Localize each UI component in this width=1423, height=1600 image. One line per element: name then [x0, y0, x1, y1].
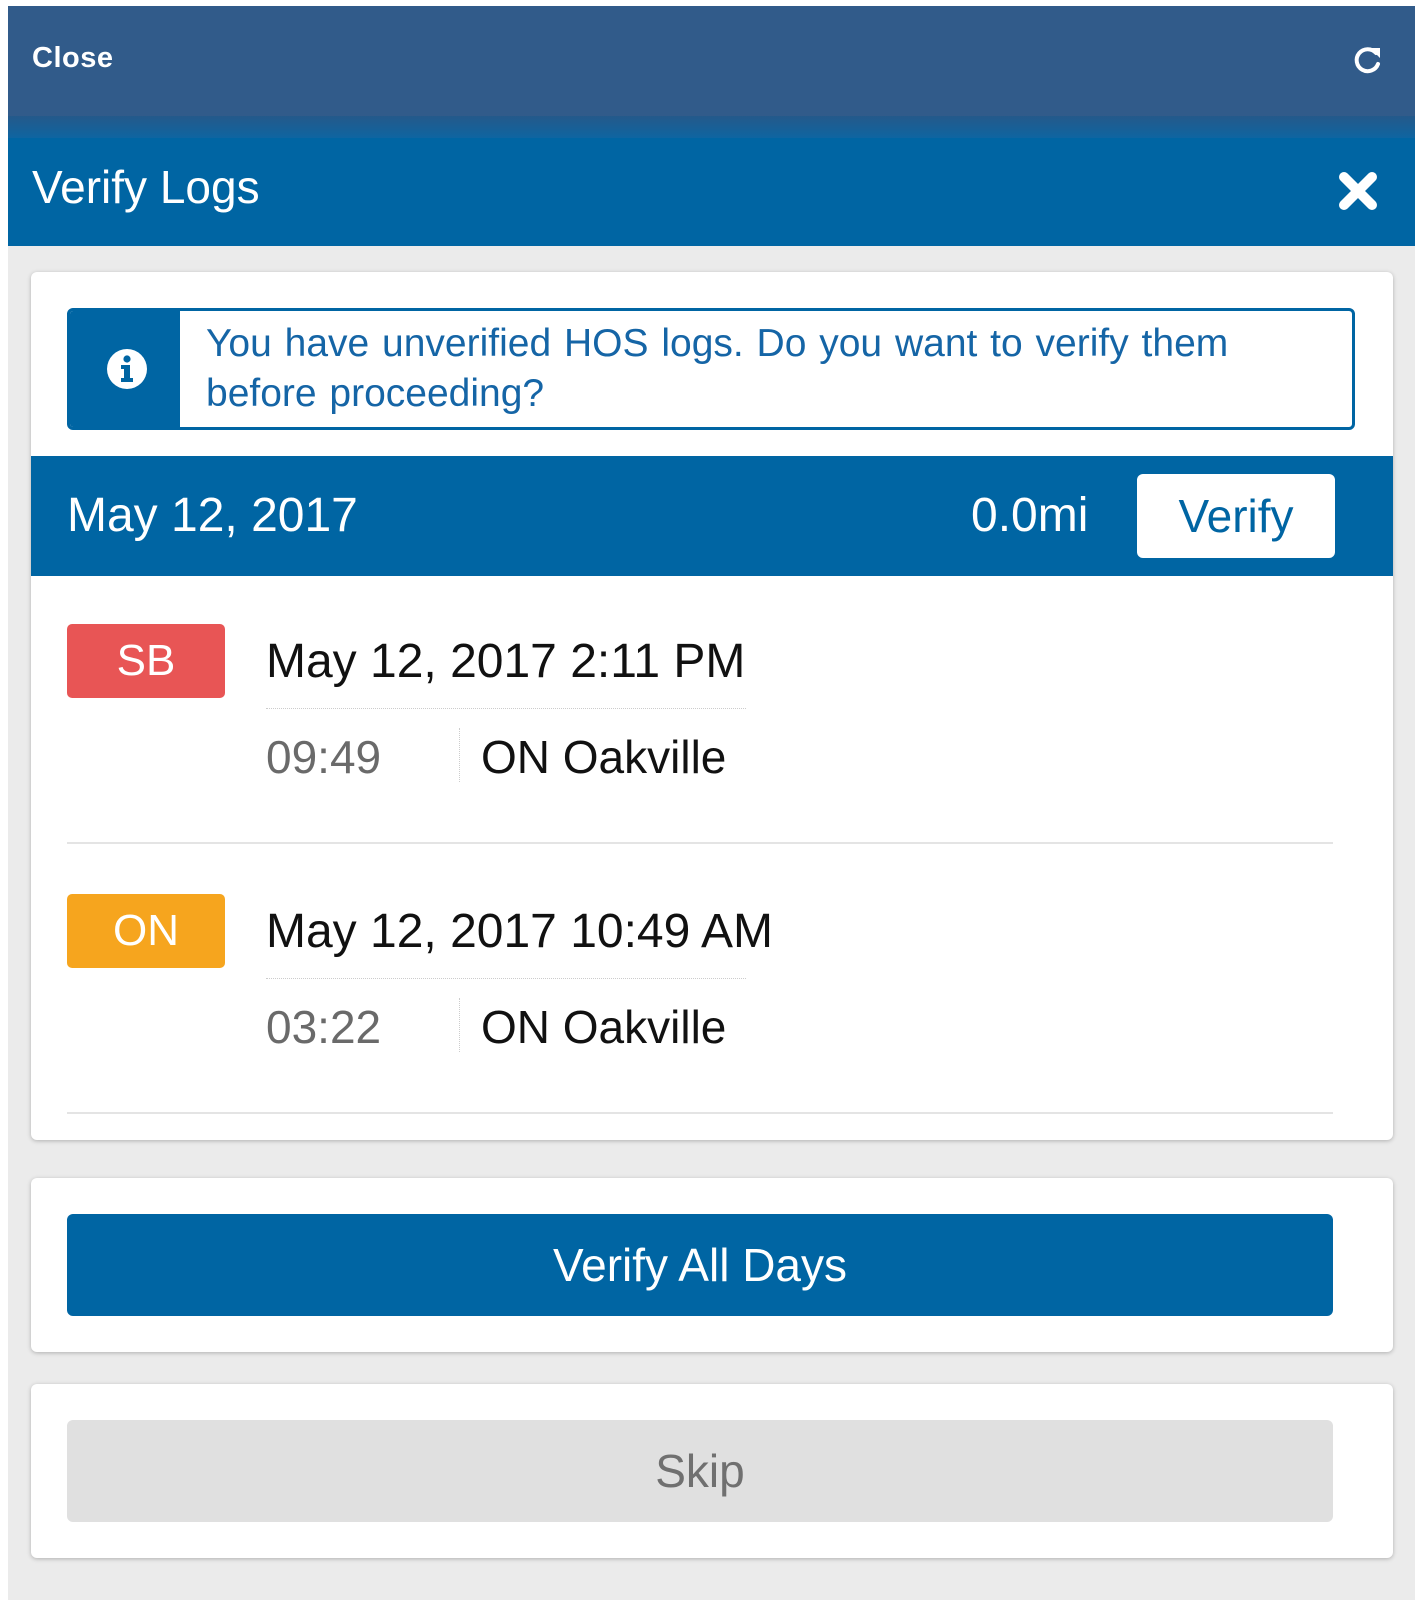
- entry-divider: [266, 978, 746, 979]
- verify-all-days-button[interactable]: Verify All Days: [67, 1214, 1333, 1316]
- skip-card: Skip: [31, 1384, 1393, 1558]
- dialog-title: Verify Logs: [32, 161, 260, 213]
- verify-day-button[interactable]: Verify: [1137, 474, 1335, 558]
- close-icon[interactable]: [1335, 168, 1381, 214]
- unverified-alert: You have unverified HOS logs. Do you wan…: [67, 308, 1355, 430]
- entry-datetime: May 12, 2017 10:49 AM: [266, 905, 773, 958]
- close-link[interactable]: Close: [32, 42, 113, 75]
- status-badge: SB: [67, 624, 225, 698]
- dialog-header: Verify Logs: [8, 138, 1415, 246]
- day-distance: 0.0mi: [971, 489, 1089, 542]
- row-separator: [67, 842, 1333, 844]
- verify-all-card: Verify All Days: [31, 1178, 1393, 1352]
- app-frame: Close Verify Logs You have unverified HO…: [8, 6, 1415, 1600]
- day-date: May 12, 2017: [67, 489, 358, 542]
- entry-datetime: May 12, 2017 2:11 PM: [266, 635, 746, 688]
- entry-duration: 03:22: [266, 1001, 382, 1053]
- header-divider: [8, 116, 1415, 138]
- skip-button[interactable]: Skip: [67, 1420, 1333, 1522]
- row-separator: [67, 1112, 1333, 1114]
- alert-message: You have unverified HOS logs. Do you wan…: [206, 322, 1229, 415]
- entry-location: ON Oakville: [481, 1001, 727, 1053]
- info-icon: [107, 349, 147, 389]
- log-entry[interactable]: ON May 12, 2017 10:49 AM 03:22 ON Oakvil…: [31, 852, 1393, 1114]
- log-entry[interactable]: SB May 12, 2017 2:11 PM 09:49 ON Oakvill…: [31, 582, 1393, 844]
- entry-location: ON Oakville: [481, 731, 727, 783]
- entry-column-divider: [459, 998, 460, 1052]
- alert-icon-column: [70, 311, 180, 427]
- entry-divider: [266, 708, 746, 709]
- top-bar: Close: [8, 6, 1415, 116]
- entry-column-divider: [459, 728, 460, 782]
- refresh-icon[interactable]: [1349, 42, 1385, 78]
- entry-duration: 09:49: [266, 731, 382, 783]
- status-badge: ON: [67, 894, 225, 968]
- day-header: May 12, 2017 0.0mi Verify: [31, 456, 1393, 576]
- logs-card: You have unverified HOS logs. Do you wan…: [31, 272, 1393, 1140]
